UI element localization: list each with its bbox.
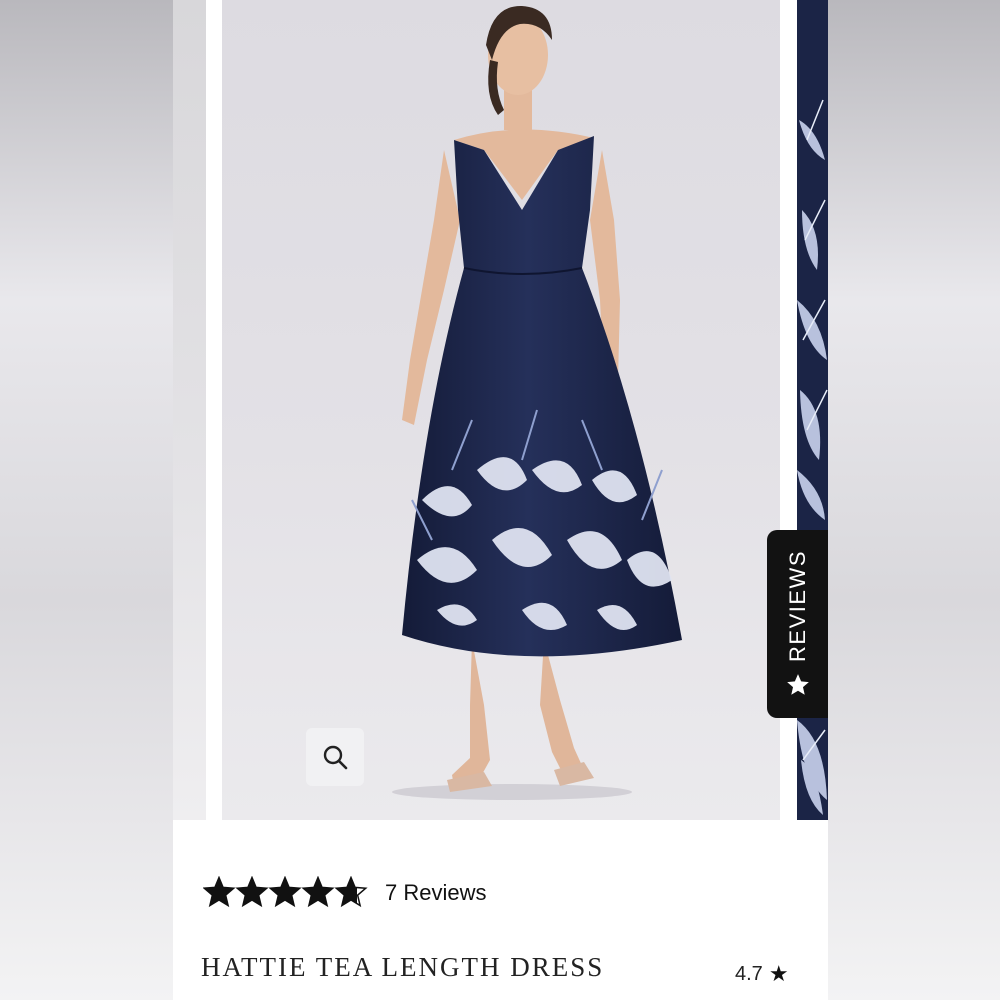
star-fill [303, 877, 333, 906]
model-illustration [392, 5, 682, 800]
star-rating [203, 876, 368, 908]
background-blur-right [828, 0, 1000, 1000]
review-count-link[interactable]: 7 Reviews [385, 880, 486, 906]
star-fill [237, 877, 267, 906]
reviews-tab-label: REVIEWS [784, 550, 810, 662]
magnifier-icon [323, 745, 348, 770]
background-blur-left [0, 0, 173, 1000]
product-title: HATTIE TEA LENGTH DRESS [201, 952, 605, 982]
star-icon [786, 674, 809, 695]
product-main-image[interactable] [222, 0, 780, 820]
star-fill [204, 877, 234, 906]
previous-image-peek[interactable] [173, 0, 206, 820]
rating-summary[interactable]: 7 Reviews [203, 876, 486, 910]
rating-star-icon: ★ [768, 961, 789, 986]
reviews-side-tab[interactable]: REVIEWS [767, 530, 828, 718]
average-rating: 4.7 ★ [735, 961, 789, 987]
zoom-button[interactable] [306, 728, 364, 786]
average-rating-value: 4.7 [735, 962, 763, 985]
star-fill [270, 877, 300, 906]
product-page: REVIEWS 7 Reviews HATTIE TEA LENGTH DRES… [173, 0, 828, 1000]
